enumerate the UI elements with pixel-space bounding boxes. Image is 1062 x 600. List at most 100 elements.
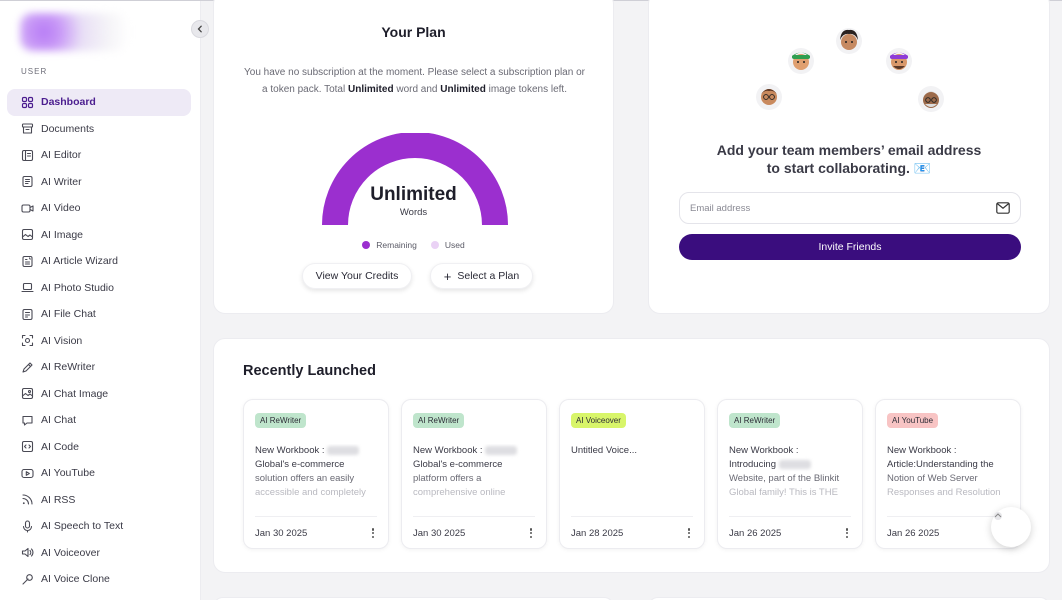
sidebar-item-ai-file-chat[interactable]: AI File Chat bbox=[7, 301, 191, 328]
recent-doc-card[interactable]: AI ReWriter New Workbook : Introducing W… bbox=[717, 399, 863, 549]
sidebar-item-label: AI Article Wizard bbox=[41, 255, 119, 268]
sidebar-item-ai-youtube[interactable]: AI YouTube bbox=[7, 460, 191, 487]
card-divider bbox=[571, 516, 693, 517]
doc-title: Untitled Voice... bbox=[571, 444, 695, 458]
redacted-text bbox=[778, 459, 811, 469]
sidebar-item-ai-code[interactable]: AI Code bbox=[7, 434, 191, 461]
plan-desc-text: word and bbox=[393, 83, 441, 95]
sidebar-item-ai-editor[interactable]: AI Editor bbox=[7, 142, 191, 169]
gauge-unit: Words bbox=[399, 207, 428, 218]
sidebar-item-ai-vision[interactable]: AI Vision bbox=[7, 328, 191, 355]
sidebar-item-label: AI Chat bbox=[41, 414, 77, 427]
recently-launched-section: Recently Launched AI ReWriter New Workbo… bbox=[213, 338, 1050, 573]
sidebar-item-ai-rss[interactable]: AI RSS bbox=[7, 487, 191, 514]
more-options-icon[interactable] bbox=[526, 526, 536, 540]
sidebar-item-ai-voiceover[interactable]: AI Voiceover bbox=[7, 540, 191, 567]
redacted-text bbox=[485, 445, 518, 455]
more-options-icon[interactable] bbox=[842, 526, 852, 540]
doc-line: Global's e-commerce bbox=[255, 458, 379, 472]
view-credits-label: View Your Credits bbox=[315, 270, 399, 282]
rss-icon bbox=[21, 493, 34, 506]
sidebar-item-ai-photo-studio[interactable]: AI Photo Studio bbox=[7, 275, 191, 302]
sidebar-item-label: AI Code bbox=[41, 440, 79, 453]
mail-icon bbox=[996, 202, 1010, 214]
dashboard-icon bbox=[21, 96, 34, 109]
doc-line: Website, part of the Blinkit bbox=[729, 473, 840, 484]
doc-line-text: Global's e-commerce bbox=[255, 459, 345, 470]
recently-launched-title: Recently Launched bbox=[243, 363, 376, 379]
speaker-icon bbox=[21, 546, 34, 559]
doc-title-text: New Workbook : bbox=[413, 445, 486, 456]
sidebar-item-dashboard[interactable]: Dashboard bbox=[7, 89, 191, 116]
sidebar-item-ai-image[interactable]: AI Image bbox=[7, 222, 191, 249]
plan-card: Your Plan You have no subscription at th… bbox=[213, 0, 614, 314]
email-field[interactable] bbox=[690, 193, 990, 223]
more-options-icon[interactable] bbox=[368, 526, 378, 540]
recent-doc-card[interactable]: AI ReWriter New Workbook : Global's e-co… bbox=[401, 399, 547, 549]
doc-line: Introducing bbox=[729, 458, 853, 472]
plan-image-tokens: Unlimited bbox=[440, 83, 486, 95]
sidebar-item-ai-rewriter[interactable]: AI ReWriter bbox=[7, 354, 191, 381]
sidebar-item-label: AI Image bbox=[41, 228, 84, 241]
doc-line: Responses and Resolution bbox=[887, 487, 1001, 498]
documents-icon bbox=[21, 122, 34, 135]
doc-line-text: Article:Understanding the bbox=[887, 459, 994, 470]
team-invite-heading: Add your team members’ email address to … bbox=[649, 141, 1049, 177]
sidebar-item-label: AI YouTube bbox=[41, 467, 95, 480]
sidebar-collapse-button[interactable] bbox=[191, 20, 209, 38]
doc-type-badge: AI ReWriter bbox=[255, 413, 307, 428]
doc-line: comprehensive online bbox=[413, 487, 506, 498]
sidebar-item-ai-chat-image[interactable]: AI Chat Image bbox=[7, 381, 191, 408]
team-avatar-icon bbox=[788, 48, 814, 74]
plan-description: You have no subscription at the moment. … bbox=[242, 65, 587, 98]
remaining-dot-icon bbox=[362, 241, 371, 249]
app-logo[interactable] bbox=[20, 13, 128, 51]
sidebar-item-documents[interactable]: Documents bbox=[7, 116, 191, 143]
doc-date: Jan 26 2025 bbox=[729, 528, 782, 539]
email-field-wrapper bbox=[679, 192, 1021, 224]
team-avatar-icon bbox=[756, 84, 782, 110]
sidebar-item-ai-video[interactable]: AI Video bbox=[7, 195, 191, 222]
sidebar-item-ai-writer[interactable]: AI Writer bbox=[7, 169, 191, 196]
support-chat-button[interactable] bbox=[991, 507, 1031, 547]
legend-used: Used bbox=[430, 240, 465, 250]
invite-friends-button[interactable]: Invite Friends bbox=[679, 234, 1021, 260]
team-avatar-icon bbox=[836, 28, 862, 54]
file-chat-icon bbox=[21, 308, 34, 321]
legend-remaining: Remaining bbox=[362, 240, 417, 250]
more-options-icon[interactable] bbox=[684, 526, 694, 540]
view-credits-button[interactable]: View Your Credits bbox=[302, 263, 412, 289]
legend-remaining-label: Remaining bbox=[376, 240, 417, 250]
laptop-icon bbox=[21, 281, 34, 294]
sidebar-item-label: AI File Chat bbox=[41, 308, 96, 321]
doc-line: Global family! This is THE bbox=[729, 487, 838, 498]
chat-avatar-icon bbox=[994, 512, 1002, 520]
sidebar-item-label: AI ReWriter bbox=[41, 361, 96, 374]
sidebar-nav: Dashboard Documents AI Editor AI Writer AI V… bbox=[7, 89, 191, 593]
sidebar-item-ai-speech-to-text[interactable]: AI Speech to Text bbox=[7, 513, 191, 540]
pen-icon bbox=[21, 361, 34, 374]
doc-line: accessible and completely bbox=[255, 487, 366, 498]
doc-date: Jan 26 2025 bbox=[887, 528, 940, 539]
recent-doc-card[interactable]: AI ReWriter New Workbook : Global's e-co… bbox=[243, 399, 389, 549]
editor-icon bbox=[21, 149, 34, 162]
doc-line: platform offers a bbox=[413, 473, 482, 484]
legend-used-label: Used bbox=[444, 240, 465, 250]
sidebar-item-ai-voice-clone[interactable]: AI Voice Clone bbox=[7, 566, 191, 593]
sidebar-item-label: AI Photo Studio bbox=[41, 281, 114, 294]
doc-preview: New Workbook : Article:Understanding the… bbox=[887, 444, 1011, 500]
team-avatar-icon bbox=[918, 86, 944, 112]
doc-line: Article:Understanding the bbox=[887, 458, 1011, 472]
doc-line-text: Global's e-commerce bbox=[413, 459, 503, 470]
sidebar-item-ai-chat[interactable]: AI Chat bbox=[7, 407, 191, 434]
doc-type-badge: AI ReWriter bbox=[729, 413, 781, 428]
doc-title: New Workbook : bbox=[887, 444, 1011, 458]
used-dot-icon bbox=[430, 241, 439, 249]
video-icon bbox=[21, 202, 34, 215]
team-avatar-icon bbox=[886, 48, 912, 74]
sidebar-item-ai-article-wizard[interactable]: AI Article Wizard bbox=[7, 248, 191, 275]
recent-doc-card[interactable]: AI Voiceover Untitled Voice... Jan 28 20… bbox=[559, 399, 705, 549]
select-plan-button[interactable]: + Select a Plan bbox=[430, 263, 533, 289]
doc-date: Jan 30 2025 bbox=[413, 528, 466, 539]
doc-title: New Workbook : bbox=[413, 444, 537, 458]
